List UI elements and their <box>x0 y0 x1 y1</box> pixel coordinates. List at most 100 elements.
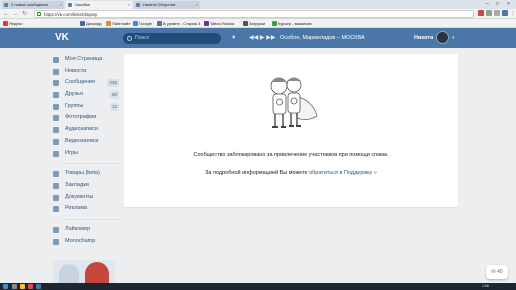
bookmark-icon <box>80 21 85 26</box>
avatar[interactable] <box>436 31 449 44</box>
goods-icon <box>53 171 59 178</box>
address-bar[interactable]: https://vk.com/linkz/display <box>34 10 474 18</box>
sidebar-item-my-page[interactable]: Моя Страница <box>52 54 120 66</box>
tab-close-icon[interactable]: × <box>196 1 198 9</box>
search-placeholder: Поиск <box>135 35 149 41</box>
menu-icon[interactable]: ⋮ <box>510 10 516 18</box>
blocked-message: Сообщество заблокировано за привлечение … <box>193 152 389 158</box>
sidebar-item-ads[interactable]: Реклама <box>52 203 120 215</box>
taskbar-app-icon[interactable] <box>20 284 25 289</box>
sidebar-item-friends[interactable]: Друзья 60 <box>52 89 120 101</box>
bookmark-icon <box>106 21 111 26</box>
bookmark-icon <box>157 21 162 26</box>
extension-icon[interactable] <box>494 10 500 16</box>
sidebar-item-bookmarks[interactable]: Закладки <box>52 180 120 192</box>
bookmark-label: Дискорд <box>86 21 102 26</box>
taskbar-app-icon[interactable] <box>12 284 17 289</box>
taskbar-app-icon[interactable] <box>36 284 41 289</box>
sidebar-item-video[interactable]: Видеозаписи <box>52 136 120 148</box>
next-icon[interactable]: ▶▶ <box>266 35 275 41</box>
reload-icon[interactable]: ↻ <box>22 10 27 18</box>
back-icon[interactable]: ← <box>3 10 9 18</box>
browser-tab[interactable]: Никита Оборотов × <box>134 1 200 9</box>
close-window-icon[interactable]: × <box>507 0 510 8</box>
tab-close-icon[interactable]: × <box>128 1 130 9</box>
friends-icon <box>53 92 59 99</box>
minimize-icon[interactable]: – <box>486 0 489 8</box>
sidebar-item-label: Видеозаписи <box>65 137 99 144</box>
tab-favicon <box>68 3 72 7</box>
browser-tab[interactable]: 2 новых сообщения × <box>2 1 64 9</box>
bookmark-item[interactable]: Пайплайн <box>106 19 131 28</box>
taskbar-clock: 1:58 <box>482 284 489 288</box>
bookmark-icon <box>53 182 59 189</box>
audio-icon <box>53 127 59 134</box>
sidebar-item-docs[interactable]: Документы <box>52 192 120 204</box>
sidebar-item-app[interactable]: Monochamp <box>52 236 120 248</box>
user-name[interactable]: Никита <box>414 33 433 43</box>
player-controls: ◀◀ ▶ ▶▶ <box>249 33 275 43</box>
sidebar-item-messages[interactable]: Сообщения 225 <box>52 77 120 89</box>
play-icon[interactable]: ▶ <box>260 35 265 41</box>
bookmark-icon <box>204 21 209 26</box>
groups-icon <box>53 103 59 110</box>
sidebar-item-photos[interactable]: Фотографии <box>52 112 120 124</box>
photo-icon <box>53 115 59 122</box>
search-icon <box>127 36 132 41</box>
chat-icon: ✉ <box>491 269 496 275</box>
tab-close-icon[interactable]: × <box>60 1 62 9</box>
sidebar-item-audio[interactable]: Аудиозаписи <box>52 124 120 136</box>
vk-logo[interactable]: VK <box>55 33 71 43</box>
browser-toolbar: ← → ↻ https://vk.com/linkz/display ⋮ <box>0 9 516 19</box>
lock-icon <box>37 12 41 16</box>
bookmark-label: Загрузки <box>249 21 266 26</box>
sidebar-item-games[interactable]: Игры <box>52 148 120 160</box>
sidebar-item-label: Товары (beta) <box>65 170 100 177</box>
games-icon <box>53 150 59 157</box>
bell-icon[interactable]: ♦ <box>232 33 240 43</box>
new-tab-button[interactable] <box>202 1 212 9</box>
sidebar-item-news[interactable]: Новости <box>52 66 120 78</box>
chevron-down-icon[interactable]: ▾ <box>452 33 455 43</box>
extension-icon[interactable] <box>502 10 508 16</box>
vk-header: VK Поиск ♦ ◀◀ ▶ ▶▶ Особое, Мармеладов – … <box>0 28 516 48</box>
sidebar-divider <box>65 159 120 165</box>
start-icon[interactable] <box>3 284 8 289</box>
chat-count: 40 <box>497 269 503 275</box>
extension-icon[interactable] <box>478 10 484 16</box>
count-badge: 60 <box>109 91 119 100</box>
blocked-illustration <box>270 77 318 128</box>
sidebar: Моя Страница Новости Сообщения 225 Друзья… <box>52 54 120 247</box>
taskbar-app-icon[interactable] <box>28 284 33 289</box>
forward-icon[interactable]: → <box>12 10 18 18</box>
bookmark-icon <box>243 21 248 26</box>
search-input[interactable]: Поиск <box>123 33 221 44</box>
extension-icon[interactable] <box>486 10 492 16</box>
app-icon <box>53 226 59 233</box>
maximize-icon[interactable]: □ <box>496 0 499 8</box>
bookmark-item[interactable]: Tattoo Russia <box>204 19 234 28</box>
count-badge: 12 <box>109 102 119 111</box>
chat-button[interactable]: ✉ 40 <box>486 265 508 279</box>
sidebar-item-app[interactable]: Лайкомер <box>52 224 120 236</box>
browser-tab-active[interactable]: Ошибка × <box>66 1 132 9</box>
message-icon <box>53 80 59 87</box>
bookmark-item[interactable]: Яндекс <box>3 19 22 28</box>
now-playing[interactable]: Особое, Мармеладов – МОСКВА <box>280 33 365 43</box>
sidebar-item-label: Игры <box>65 149 78 156</box>
bookmark-item[interactable]: Дискорд <box>80 19 101 28</box>
prev-icon[interactable]: ◀◀ <box>249 35 258 41</box>
ads-icon <box>53 206 59 213</box>
count-badge: 225 <box>107 79 119 88</box>
tab-favicon <box>136 3 140 7</box>
sidebar-item-groups[interactable]: Группы 12 <box>52 101 120 113</box>
sidebar-item-goods[interactable]: Товары (beta) <box>52 168 120 180</box>
tab-favicon <box>4 3 8 7</box>
video-icon <box>53 138 59 145</box>
sidebar-item-label: Фотографии <box>65 114 97 121</box>
support-link[interactable]: обратиться в Поддержку » <box>309 170 377 176</box>
bookmark-item[interactable]: Курьер - вакансии <box>272 19 312 28</box>
bookmark-item[interactable]: Загрузки <box>243 19 265 28</box>
bookmark-item[interactable]: В уровне - Старая З <box>157 19 200 28</box>
bookmark-item[interactable]: Google <box>133 19 152 28</box>
